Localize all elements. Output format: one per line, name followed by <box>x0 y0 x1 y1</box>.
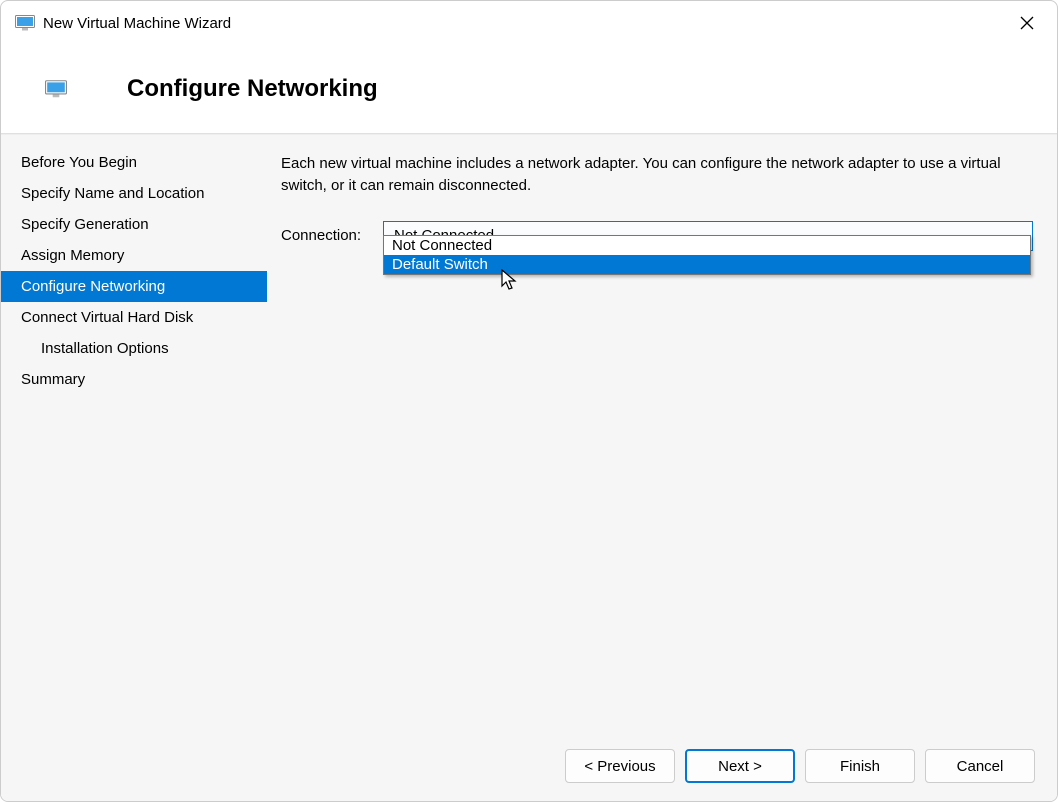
cancel-button[interactable]: Cancel <box>925 749 1035 783</box>
previous-button[interactable]: < Previous <box>565 749 675 783</box>
page-title: Configure Networking <box>127 75 378 103</box>
wizard-window: New Virtual Machine Wizard Configure Net… <box>0 0 1058 802</box>
description-text: Each new virtual machine includes a netw… <box>281 153 1033 197</box>
connection-dropdown-list: Not ConnectedDefault Switch <box>383 235 1031 275</box>
header-icon <box>45 80 67 98</box>
sidebar-item[interactable]: Configure Networking <box>1 271 267 302</box>
sidebar-item[interactable]: Before You Begin <box>1 147 267 178</box>
wizard-footer: < Previous Next > Finish Cancel <box>1 735 1057 801</box>
body-area: Before You BeginSpecify Name and Locatio… <box>1 134 1057 735</box>
close-button[interactable] <box>1007 8 1047 38</box>
app-icon <box>15 15 35 31</box>
sidebar-item[interactable]: Specify Generation <box>1 209 267 240</box>
sidebar-item[interactable]: Summary <box>1 364 267 395</box>
sidebar-item[interactable]: Specify Name and Location <box>1 178 267 209</box>
finish-button[interactable]: Finish <box>805 749 915 783</box>
wizard-main: Each new virtual machine includes a netw… <box>267 135 1057 735</box>
wizard-header: Configure Networking <box>1 45 1057 134</box>
next-button[interactable]: Next > <box>685 749 795 783</box>
dropdown-option[interactable]: Not Connected <box>384 236 1030 255</box>
titlebar: New Virtual Machine Wizard <box>1 1 1057 45</box>
window-title: New Virtual Machine Wizard <box>43 15 1007 32</box>
connection-label: Connection: <box>281 227 383 244</box>
sidebar-item[interactable]: Installation Options <box>1 333 267 364</box>
sidebar-item[interactable]: Connect Virtual Hard Disk <box>1 302 267 333</box>
wizard-sidebar: Before You BeginSpecify Name and Locatio… <box>1 135 267 735</box>
dropdown-option[interactable]: Default Switch <box>384 255 1030 274</box>
sidebar-item[interactable]: Assign Memory <box>1 240 267 271</box>
